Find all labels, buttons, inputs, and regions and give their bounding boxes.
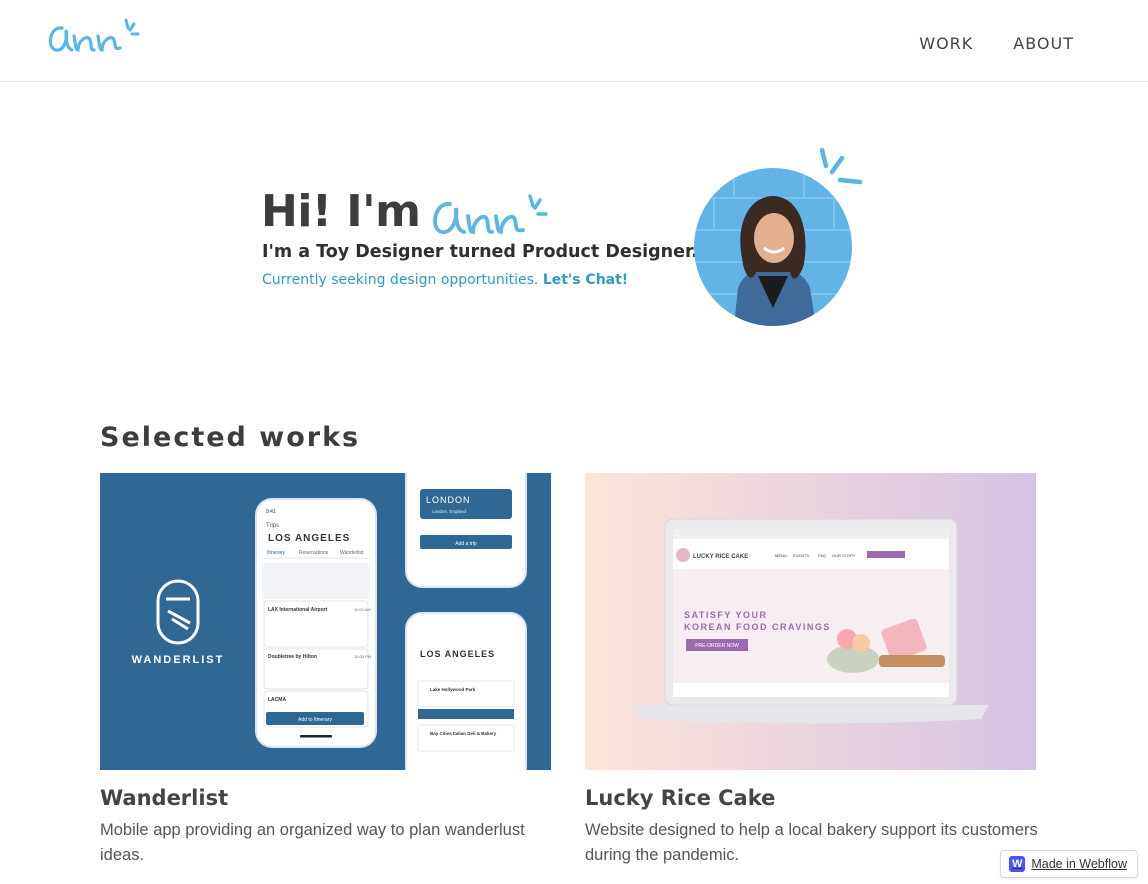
svg-text:MENU: MENU — [775, 553, 787, 558]
hero-cta-text: Currently seeking design opportunities. — [262, 272, 543, 288]
lets-chat-link[interactable]: Let's Chat! — [543, 272, 628, 288]
hero-cta: Currently seeking design opportunities. … — [262, 272, 628, 288]
ann-logo[interactable] — [44, 8, 148, 60]
svg-text:KOREAN FOOD CRAVINGS: KOREAN FOOD CRAVINGS — [684, 622, 831, 632]
svg-text:EVENTS: EVENTS — [793, 553, 809, 558]
site-header: WORK ABOUT — [0, 0, 1148, 82]
svg-text:LONDON: LONDON — [426, 495, 471, 505]
svg-text:LUCKY RICE CAKE: LUCKY RICE CAKE — [693, 554, 748, 560]
svg-text:Add to Itinerary: Add to Itinerary — [298, 717, 332, 723]
hero-heading: Hi! I'm — [261, 184, 558, 238]
svg-text:OUR STORY: OUR STORY — [832, 553, 856, 558]
work-description: Website designed to help a local bakery … — [585, 821, 1038, 864]
svg-text:Wanderlist: Wanderlist — [340, 550, 364, 556]
svg-text:LOS ANGELES: LOS ANGELES — [420, 649, 495, 659]
wanderlist-thumbnail[interactable]: WANDERLIST 9:41 Trips LOS ANGELES Itiner… — [100, 473, 551, 770]
ann-hero-logo — [433, 194, 549, 234]
work-title[interactable]: Wanderlist — [100, 786, 551, 810]
svg-text:Trips: Trips — [266, 523, 279, 529]
badge-label: Made in Webflow — [1031, 857, 1127, 871]
svg-text:Itinerary: Itinerary — [267, 550, 286, 556]
webflow-logo-icon: W — [1009, 856, 1026, 872]
hero-greeting: Hi! I'm — [261, 186, 421, 237]
svg-text:London, England: London, England — [432, 509, 467, 514]
nav-work[interactable]: WORK — [919, 34, 973, 53]
svg-text:LAX International Airport: LAX International Airport — [268, 607, 328, 613]
svg-text:LOS ANGELES: LOS ANGELES — [268, 533, 350, 544]
svg-text:11:00 AM: 11:00 AM — [354, 607, 371, 612]
wanderlist-brand: WANDERLIST — [132, 654, 225, 666]
svg-text:FAQ: FAQ — [818, 553, 826, 558]
svg-text:Add a trip: Add a trip — [455, 541, 477, 547]
avatar — [694, 168, 852, 326]
avatar-group — [694, 146, 866, 328]
svg-text:LACMA: LACMA — [268, 697, 286, 703]
svg-text:SATISFY YOUR: SATISFY YOUR — [684, 610, 768, 620]
svg-text:Bay Cities Italian Deli & Bake: Bay Cities Italian Deli & Bakery — [430, 731, 497, 736]
svg-text:Lake Hollywood Park: Lake Hollywood Park — [430, 687, 476, 692]
work-title[interactable]: Lucky Rice Cake — [585, 786, 1036, 810]
svg-text:12:00 PM: 12:00 PM — [354, 654, 371, 659]
svg-text:Reservations: Reservations — [299, 550, 329, 556]
lucky-rice-cake-thumbnail[interactable]: LUCKY RICE CAKE MENU EVENTS FAQ OUR STOR… — [585, 473, 1036, 770]
work-card-lucky-rice-cake[interactable]: LUCKY RICE CAKE MENU EVENTS FAQ OUR STOR… — [585, 473, 1038, 868]
nav-about[interactable]: ABOUT — [1013, 34, 1074, 53]
svg-text:PRE-ORDER NOW: PRE-ORDER NOW — [695, 643, 739, 649]
hero-subtitle: I'm a Toy Designer turned Product Design… — [262, 242, 698, 262]
svg-text:9:41: 9:41 — [266, 509, 276, 515]
section-title: Selected works — [100, 422, 361, 453]
made-in-webflow-badge[interactable]: W Made in Webflow — [1000, 850, 1138, 878]
work-card-wanderlist[interactable]: WANDERLIST 9:41 Trips LOS ANGELES Itiner… — [100, 473, 551, 868]
svg-text:Doubletree by Hilton: Doubletree by Hilton — [268, 654, 317, 660]
main-nav: WORK ABOUT — [919, 34, 1074, 53]
work-description: Mobile app providing an organized way to… — [100, 821, 525, 864]
